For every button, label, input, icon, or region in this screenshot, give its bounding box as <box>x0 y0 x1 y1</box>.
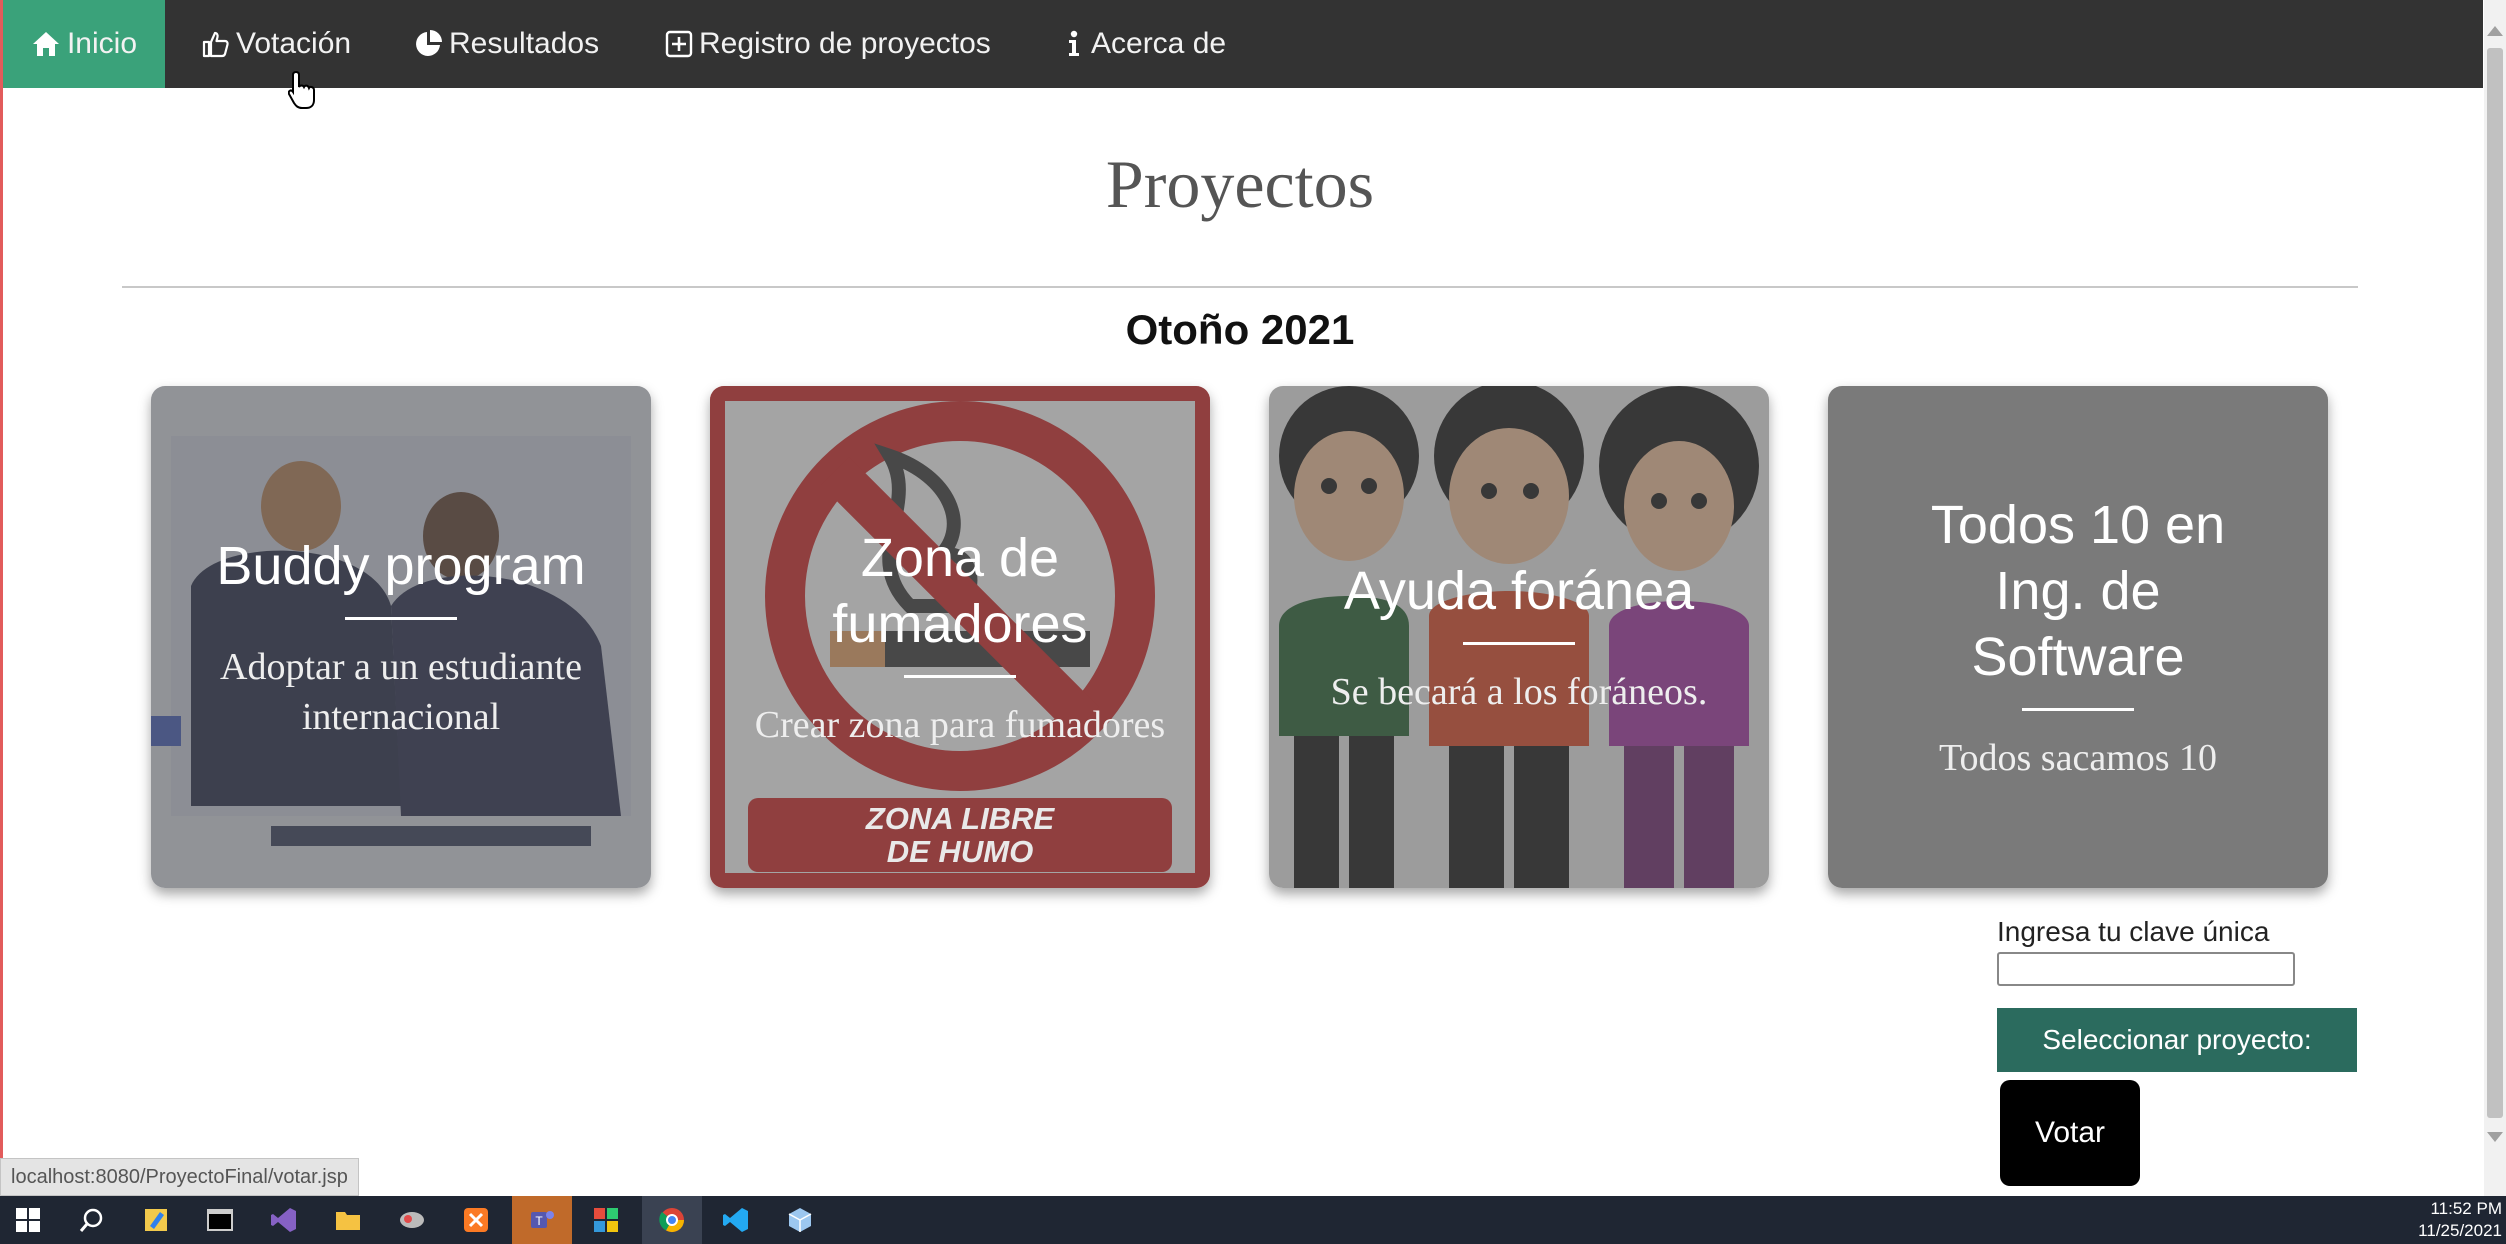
pie-chart-icon <box>416 30 442 56</box>
project-card-todos10[interactable]: Todos 10 en Ing. de Software Todos sacam… <box>1828 386 2328 888</box>
chrome-icon[interactable] <box>654 1202 690 1238</box>
search-icon[interactable] <box>74 1202 110 1238</box>
card-description: Crear zona para fumadores <box>754 703 1166 746</box>
project-card-fumadores[interactable]: ZONA LIBRE DE HUMO Zona de fumadores Cre… <box>710 386 1210 888</box>
info-icon <box>1069 30 1079 56</box>
project-card-ayuda[interactable]: Ayuda foránea Se becará a los foráneos. <box>1269 386 1769 888</box>
card-description: Todos sacamos 10 <box>1938 736 2218 779</box>
cube-app-icon[interactable] <box>782 1202 818 1238</box>
card-title: Zona de fumadores <box>832 527 1088 654</box>
windows-start-icon[interactable] <box>10 1202 46 1238</box>
vscode-icon[interactable] <box>718 1202 754 1238</box>
nav-registro[interactable]: Registro de proyectos <box>665 0 991 88</box>
nav-label: Inicio <box>66 27 138 60</box>
card-title: Ayuda foránea <box>1343 560 1695 621</box>
divider <box>122 286 2358 288</box>
clock-date: 11/25/2021 <box>2418 1221 2502 1240</box>
terminal-icon[interactable] <box>202 1202 238 1238</box>
page-title: Proyectos <box>1105 146 1375 222</box>
vote-button[interactable]: Votar <box>2000 1080 2140 1186</box>
key-input[interactable] <box>1997 952 2295 986</box>
season-heading: Otoño 2021 <box>1125 306 1355 353</box>
nav-acerca[interactable]: Acerca de <box>1063 0 1226 88</box>
card-content: Zona de fumadores Crear zona para fumado… <box>710 386 1210 888</box>
sticky-notes-icon[interactable] <box>138 1202 174 1238</box>
card-description: Adoptar a un estudiante internacional <box>220 645 582 738</box>
select-project-button[interactable]: Seleccionar proyecto: <box>1997 1008 2357 1072</box>
card-rule <box>345 616 457 620</box>
taskbar-clock[interactable]: 11:52 PM 11/25/2021 <box>2418 1198 2502 1242</box>
clock-time: 11:52 PM <box>2430 1199 2502 1218</box>
scrollbar-thumb[interactable] <box>2487 48 2503 1118</box>
card-content: Ayuda foránea Se becará a los foráneos. <box>1269 386 1769 888</box>
nav-inicio[interactable]: Inicio <box>3 0 165 88</box>
home-icon <box>32 32 59 56</box>
link-status-bar: localhost:8080/ProyectoFinal/votar.jsp <box>0 1158 359 1196</box>
teams-icon[interactable]: T <box>524 1202 560 1238</box>
project-card-buddy[interactable]: Buddy program Adoptar a un estudiante in… <box>151 386 651 888</box>
windows-taskbar <box>0 1196 2506 1244</box>
nav-votacion[interactable]: Votación <box>200 0 351 88</box>
app-grid-icon[interactable] <box>588 1202 624 1238</box>
hand-pointer-cursor-icon <box>288 70 315 109</box>
card-rule <box>904 674 1016 678</box>
nav-label: Votación <box>236 27 352 60</box>
card-rule <box>1463 641 1575 645</box>
card-title: Todos 10 en Ing. de Software <box>1930 494 2226 687</box>
app-icon[interactable] <box>394 1202 430 1238</box>
scroll-up-arrow-icon[interactable] <box>2487 26 2503 36</box>
xampp-icon[interactable] <box>458 1202 494 1238</box>
card-description: Se becará a los foráneos. <box>1330 670 1708 713</box>
plus-square-icon <box>665 30 693 58</box>
card-title: Buddy program <box>216 535 586 596</box>
nav-label: Registro de proyectos <box>699 27 991 60</box>
visual-studio-icon[interactable] <box>266 1202 302 1238</box>
scroll-down-arrow-icon[interactable] <box>2487 1132 2503 1142</box>
file-explorer-icon[interactable] <box>330 1202 366 1238</box>
nav-resultados[interactable]: Resultados <box>413 0 599 88</box>
thumbs-up-icon <box>202 31 229 58</box>
top-navbar: Inicio Votación Resultados Registro de p… <box>3 0 2483 88</box>
key-label: Ingresa tu clave única <box>1997 916 2270 947</box>
nav-label: Acerca de <box>1091 27 1227 60</box>
card-content: Todos 10 en Ing. de Software Todos sacam… <box>1828 386 2328 888</box>
svg-text:T: T <box>535 1214 543 1228</box>
card-content: Buddy program Adoptar a un estudiante in… <box>151 386 651 888</box>
nav-label: Resultados <box>449 27 600 60</box>
card-rule <box>2022 707 2134 711</box>
